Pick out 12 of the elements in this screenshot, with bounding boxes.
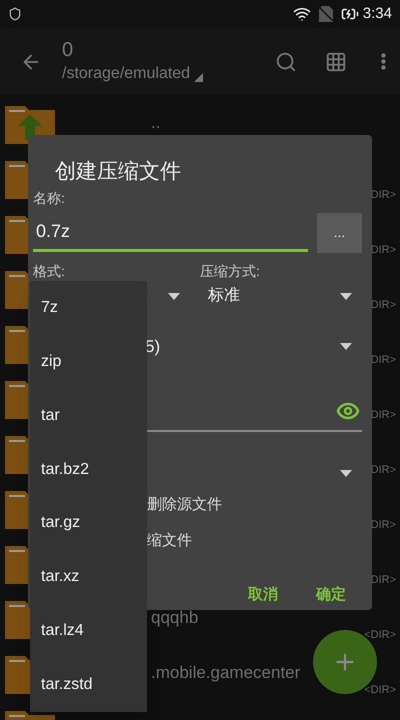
file-name: .mobile.gamecenter [151, 662, 300, 684]
dialog-title: 创建压缩文件 [55, 159, 181, 186]
format-label: 格式: [33, 262, 66, 281]
file-name: .. [151, 112, 160, 134]
name-label: 名称: [33, 188, 66, 208]
folder-title: 0 [62, 38, 74, 62]
dir-tag: <DIR> [364, 626, 396, 643]
clock-time: 3:34 [362, 4, 392, 24]
dir-tag: <DIR> [364, 682, 396, 698]
path-text: /storage/emulated [62, 64, 190, 84]
method-label: 压缩方式: [200, 262, 260, 281]
file-name: qqqhb [151, 606, 198, 629]
